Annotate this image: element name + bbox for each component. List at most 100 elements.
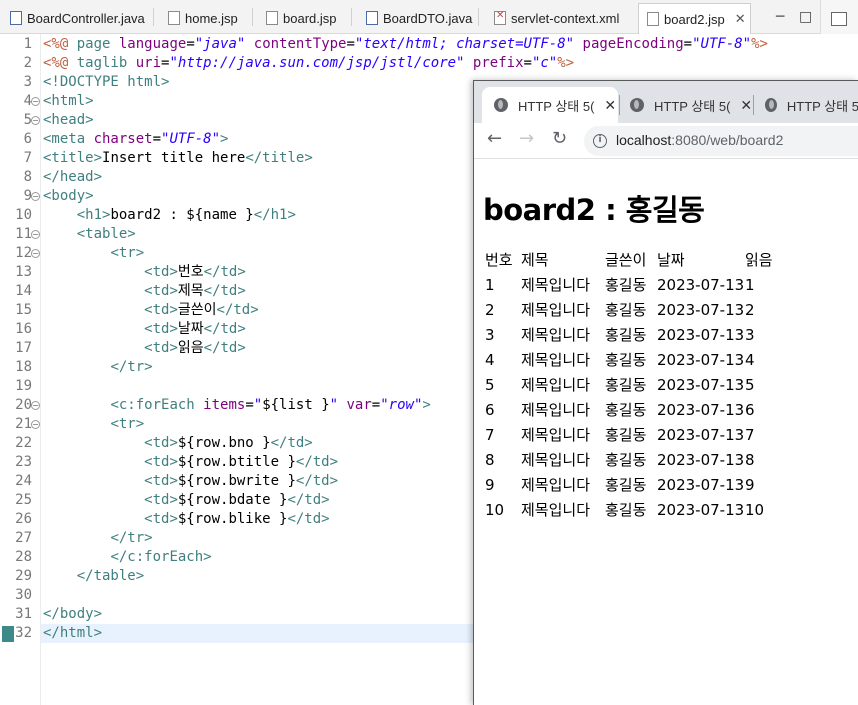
code-token: ${row.bwrite } [177,473,296,489]
fold-toggle-icon[interactable]: − [31,420,40,429]
maximize-icon[interactable]: □ [799,9,812,25]
code-token: "row" [380,397,423,413]
code-token: <table> [76,226,136,242]
code-token: </c:forEach> [110,549,212,565]
table-cell: 10 [485,500,505,519]
table-cell: 2 [745,300,755,319]
code-token: %> [751,36,768,52]
table-cell: 제목입니다 [521,326,591,344]
fold-toggle-icon[interactable]: − [31,116,40,125]
back-icon[interactable]: ← [487,128,502,149]
code-text: <body> [43,187,94,206]
forward-icon[interactable]: → [519,128,534,149]
code-token: <td> [144,473,178,489]
code-line[interactable]: 2 <%@ taglib uri = "http://java.sun.com/jsp… [0,54,858,73]
editor-tab-board[interactable]: board.jsp [266,6,336,30]
tab-separator [753,95,754,115]
browser-tab[interactable]: HTTP 상태 5 [755,87,858,123]
code-token: items [203,397,246,413]
table-cell: 8 [485,450,495,469]
table-cell: 4 [745,350,755,369]
code-text: </body> [43,605,102,624]
site-info-icon[interactable]: i [593,134,607,148]
browser-tab-label: HTTP 상태 5( [654,98,731,114]
code-token: </html> [43,625,103,641]
editor-tab-servlet-context[interactable]: servlet-context.xml [494,6,619,30]
fold-toggle-icon[interactable]: − [31,192,40,201]
editor-tab-label: board.jsp [283,10,337,26]
address-bar[interactable]: i localhost:8080/web/board2 [584,126,858,156]
table-cell: 2023-07-13 [657,450,745,469]
editor-tab-bar: BoardController.java home.jsp board.jsp … [0,0,820,34]
code-token: " [329,397,339,413]
close-tab-icon[interactable]: ✕ [604,97,616,114]
editor-tab-home[interactable]: home.jsp [168,6,238,30]
line-number: 17 [15,340,32,356]
code-token: </td> [203,283,246,299]
editor-tab-label: BoardDTO.java [383,10,473,26]
code-token: "c" [531,55,558,71]
minimize-icon[interactable]: ─ [776,9,784,25]
code-token: "UTF-8" [161,131,221,147]
code-token: <td> [144,435,178,451]
code-token: var [346,397,372,413]
line-number: 28 [15,549,32,565]
code-text: <td>${row.bno }</td> [43,434,313,453]
editor-tab-boarddto[interactable]: BoardDTO.java [366,6,472,30]
code-text: <%@ page language="java" contentType="te… [43,35,768,54]
line-number: 5 [23,112,32,128]
code-token: "http://java.sun.com/jsp/jstl/core" [169,55,465,71]
close-tab-icon[interactable]: ✕ [735,11,746,27]
table-cell: 2023-07-13 [657,375,745,394]
fold-toggle-icon[interactable]: − [31,230,40,239]
fold-toggle-icon[interactable]: − [31,249,40,258]
code-token: <td> [144,340,178,356]
browser-tab[interactable]: HTTP 상태 5( ✕ [620,87,754,123]
table-cell: 홍길동 [605,376,647,394]
palette-icon[interactable] [831,12,847,26]
code-text: </c:forEach> [43,548,212,567]
fold-toggle-icon[interactable]: − [31,97,40,106]
code-token: </td> [203,264,246,280]
table-cell: 제목입니다 [521,351,591,369]
table-cell: 제목입니다 [521,401,591,419]
code-token: ${row.blike } [177,511,288,527]
editor-tab-boardcontroller[interactable]: BoardController.java [10,6,145,30]
web-page-content: board2 : 홍길동 번호 제목 글쓴이 날짜 읽음 1 제목입니다 홍길동 2023-07… [474,159,858,705]
url-path: :8080/web/board2 [671,132,784,148]
code-line[interactable]: 1 <%@ page language="java" contentType="t… [0,35,858,54]
browser-tab[interactable]: HTTP 상태 5( ✕ [482,87,618,123]
table-cell: 7 [745,425,755,444]
browser-tab-label: HTTP 상태 5 [786,98,858,114]
code-token: </td> [287,511,330,527]
line-number: 10 [15,207,32,223]
code-token: page [76,36,119,52]
reload-icon[interactable]: ↻ [552,128,567,149]
editor-tab-board2[interactable]: board2.jsp ✕ [638,3,751,34]
fold-toggle-icon[interactable]: − [31,401,40,410]
globe-icon [630,98,644,112]
code-token: <td> [144,454,178,470]
line-number: 4 [23,93,32,109]
line-number: 8 [23,169,32,185]
line-number: 21 [15,416,32,432]
line-number: 1 [23,36,32,52]
code-token: <td> [144,511,178,527]
code-text: <td>날짜</td> [43,320,246,339]
table-cell: 홍길동 [605,326,647,344]
close-tab-icon[interactable]: ✕ [740,97,752,114]
table-row: 5 제목입니다 홍길동 2023-07-13 5 [485,372,805,397]
code-token: <td> [144,321,178,337]
table-row: 7 제목입니다 홍길동 2023-07-13 7 [485,422,805,447]
